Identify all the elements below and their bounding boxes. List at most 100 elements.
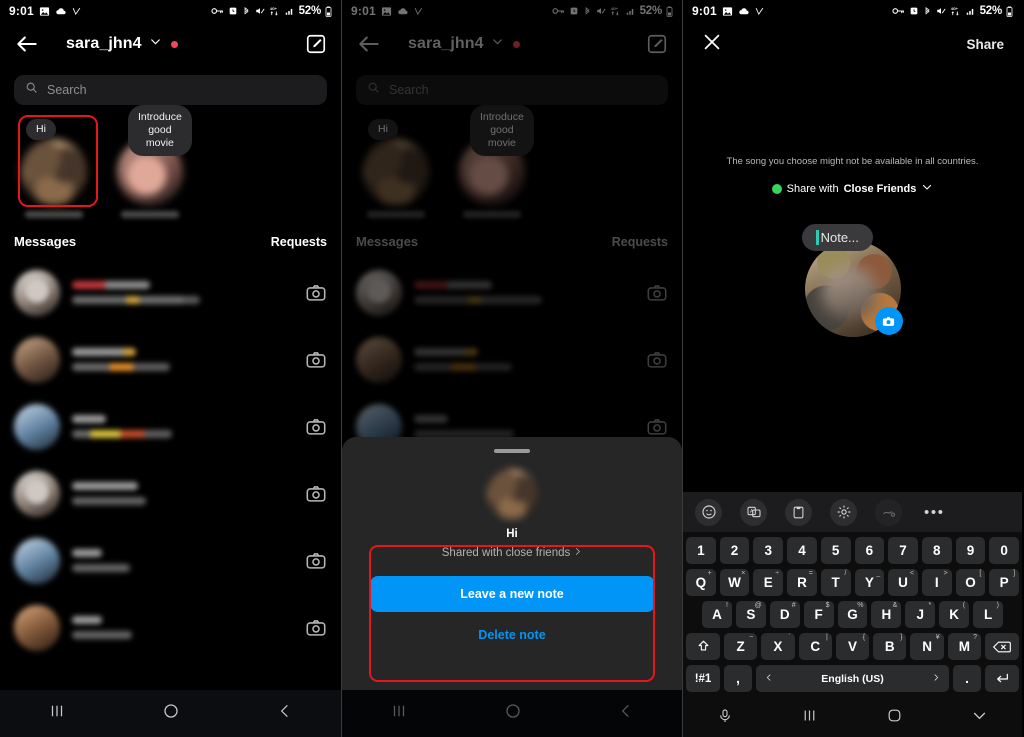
key-d[interactable]: # D — [769, 601, 800, 628]
settings-icon[interactable] — [830, 498, 857, 526]
clipboard-icon[interactable] — [785, 498, 812, 526]
search-input[interactable]: Search — [14, 75, 327, 105]
space-key[interactable]: English (US) — [756, 665, 949, 692]
key-x[interactable]: ` X — [761, 633, 795, 660]
delete-note-button[interactable]: Delete note — [370, 618, 655, 652]
leave-new-note-button[interactable]: Leave a new note — [369, 576, 655, 612]
translate-icon[interactable]: A — [740, 498, 767, 526]
key-z[interactable]: ~ Z — [724, 633, 758, 660]
avatar[interactable] — [804, 241, 903, 337]
emoji-icon[interactable] — [695, 498, 722, 526]
chevron-right-icon[interactable] — [932, 672, 940, 686]
key-p[interactable]: ] P — [989, 569, 1020, 596]
key-o[interactable]: [O — [955, 569, 986, 596]
key-4[interactable]: 4 — [787, 537, 817, 564]
mute-icon — [255, 6, 265, 16]
key-3[interactable]: 3 — [753, 537, 784, 564]
shift-icon[interactable] — [686, 633, 721, 660]
more-icon[interactable]: ••• — [924, 504, 945, 521]
key-5[interactable]: 5 — [820, 537, 851, 564]
battery-percent: 52% — [979, 5, 1003, 17]
key-m[interactable]: ? M — [947, 633, 981, 660]
table-row[interactable] — [0, 326, 341, 393]
key-v[interactable]: {V — [835, 633, 870, 660]
page-title[interactable]: sara_jhn4 — [66, 35, 142, 53]
key-l[interactable]: ) L — [973, 601, 1004, 628]
camera-icon[interactable] — [874, 307, 903, 335]
key-9[interactable]: 9 — [955, 537, 986, 564]
row-text-redacted — [72, 616, 305, 639]
mic-icon[interactable] — [717, 708, 733, 729]
key-r[interactable]: = R — [787, 569, 817, 596]
chevron-left-icon[interactable] — [765, 672, 773, 686]
key-8[interactable]: 8 — [921, 537, 952, 564]
camera-icon[interactable] — [305, 550, 327, 572]
key-s[interactable]: @ S — [735, 601, 766, 628]
audience-selector[interactable]: Share with Close Friends — [683, 181, 1022, 196]
comma-key[interactable]: , — [724, 665, 752, 692]
recents-icon[interactable] — [801, 707, 818, 729]
close-icon[interactable] — [701, 31, 723, 58]
note-item-hi[interactable]: Hi — [18, 115, 98, 218]
svg-text:4G+: 4G+ — [950, 7, 957, 11]
key-g[interactable]: % G — [837, 601, 868, 628]
key-y[interactable]: _ Y — [854, 569, 885, 596]
compose-icon[interactable] — [305, 33, 327, 55]
camera-icon[interactable] — [305, 617, 327, 639]
key-n[interactable]: ¥ N — [910, 633, 944, 660]
symbols-key[interactable]: !#1 — [686, 665, 720, 692]
camera-icon[interactable] — [305, 416, 327, 438]
table-row[interactable] — [0, 393, 341, 460]
note-input[interactable]: Note... — [802, 224, 873, 251]
key-h[interactable]: & H — [871, 601, 902, 628]
table-row[interactable] — [0, 527, 341, 594]
sheet-grabber[interactable] — [494, 449, 530, 453]
status-time: 9:01 — [9, 4, 34, 18]
sheet-audience-row[interactable]: Shared with close friends — [442, 546, 582, 560]
tab-messages[interactable]: Messages — [14, 234, 76, 249]
key-2[interactable]: 2 — [719, 537, 750, 564]
camera-icon[interactable] — [305, 349, 327, 371]
close-friends-dot-icon — [771, 183, 782, 194]
camera-icon[interactable] — [305, 483, 327, 505]
backspace-icon[interactable] — [984, 633, 1019, 660]
avatar — [14, 604, 60, 651]
table-row[interactable] — [0, 259, 341, 326]
key-u[interactable]: < U — [888, 569, 918, 596]
key-1[interactable]: 1 — [685, 537, 716, 564]
key-i[interactable]: > I — [921, 569, 952, 596]
back-arrow-icon[interactable] — [14, 31, 40, 57]
row-text-redacted — [72, 482, 305, 505]
share-button[interactable]: Share — [966, 37, 1004, 52]
note-item-movie[interactable]: Introduce good movie — [114, 105, 192, 218]
tab-requests[interactable]: Requests — [271, 235, 327, 249]
period-key[interactable]: . — [953, 665, 981, 692]
key-j[interactable]: * J — [905, 601, 936, 628]
key-6[interactable]: 6 — [854, 537, 885, 564]
key-t[interactable]: / T — [820, 569, 851, 596]
key-f[interactable]: $ F — [803, 601, 834, 628]
key-k[interactable]: (K — [939, 601, 970, 628]
svg-text:4G+: 4G+ — [269, 7, 276, 11]
recents-icon[interactable] — [48, 702, 66, 725]
table-row[interactable] — [0, 594, 341, 661]
home-icon[interactable] — [162, 702, 180, 725]
key-b[interactable]: } B — [873, 633, 907, 660]
key-a[interactable]: ! A — [702, 601, 732, 628]
sheet-audience-label: Shared with close friends — [441, 547, 571, 559]
chevron-down-icon[interactable] — [149, 35, 162, 53]
note-editor-header: Share — [683, 22, 1022, 66]
table-row[interactable] — [0, 460, 341, 527]
camera-icon[interactable] — [305, 282, 327, 304]
key-e[interactable]: ÷ E — [753, 569, 784, 596]
key-w[interactable]: × W — [719, 569, 750, 596]
handwriting-icon[interactable] — [875, 498, 902, 526]
enter-icon[interactable] — [985, 665, 1019, 692]
key-0[interactable]: 0 — [989, 537, 1020, 564]
key-q[interactable]: + Q — [685, 569, 716, 596]
home-icon[interactable] — [886, 707, 903, 729]
key-c[interactable]: | C — [798, 633, 832, 660]
key-7[interactable]: 7 — [888, 537, 918, 564]
hide-keyboard-icon[interactable] — [971, 707, 988, 729]
back-icon[interactable] — [277, 703, 293, 724]
